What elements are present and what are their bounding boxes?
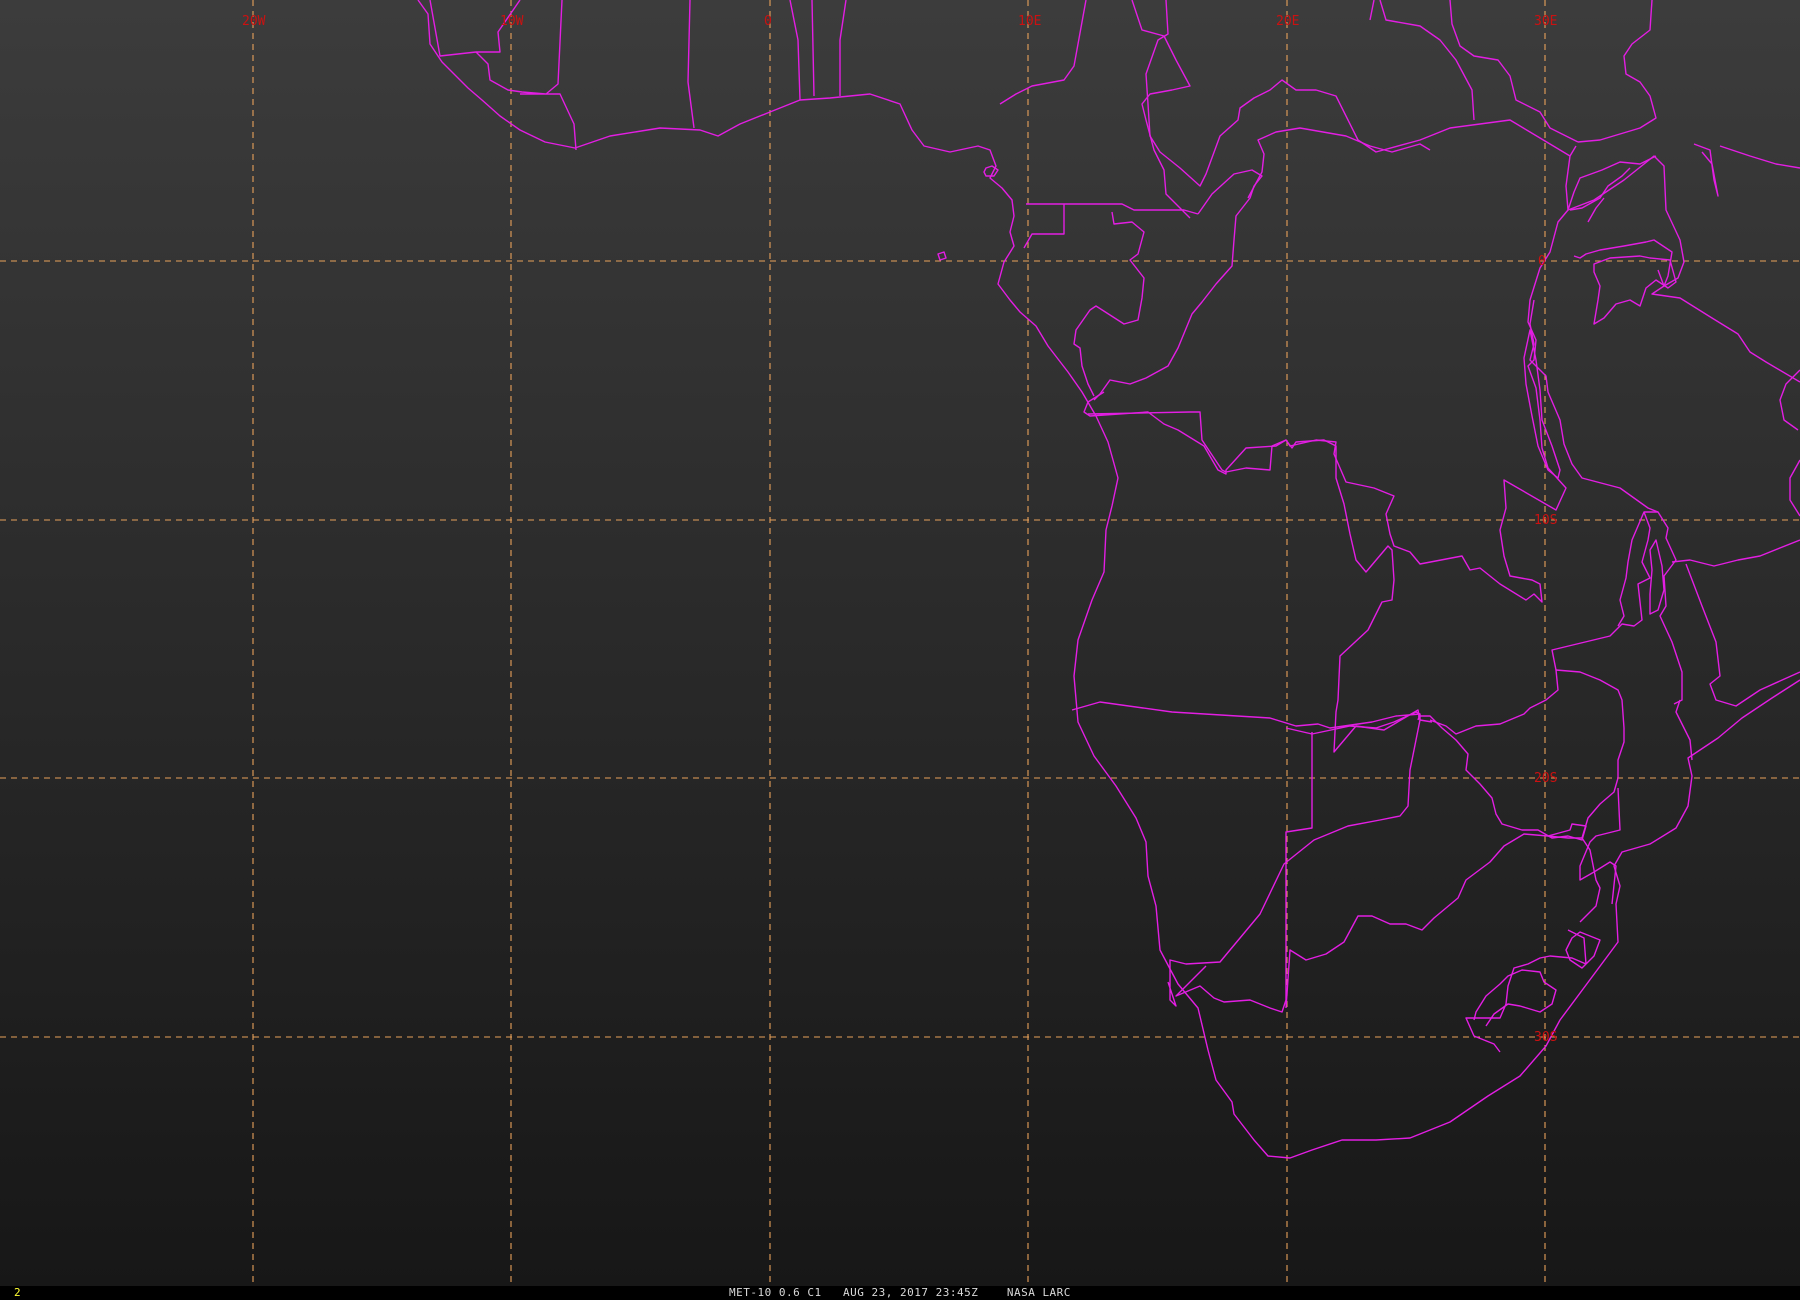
lat-label-10s: 10S xyxy=(1534,513,1557,528)
lon-label-20e: 20E xyxy=(1276,14,1299,29)
product-caption: MET-10 0.6 C1 AUG 23, 2017 23:45Z NASA L… xyxy=(729,1286,1071,1299)
lat-label-20s: 20S xyxy=(1534,771,1557,786)
map-background xyxy=(0,0,1800,1286)
lon-label-0: 0 xyxy=(764,14,772,29)
lon-label-30e: 30E xyxy=(1534,14,1557,29)
lon-label-10e: 10E xyxy=(1018,14,1041,29)
frame-number: 2 xyxy=(14,1286,22,1299)
lon-label-10w: 10W xyxy=(500,14,524,29)
lon-label-20w: 20W xyxy=(242,14,266,29)
status-bar: MET-10 0.6 C1 AUG 23, 2017 23:45Z NASA L… xyxy=(0,1286,1800,1300)
lat-label-30s: 30S xyxy=(1534,1030,1557,1045)
satellite-map: 20W 10W 0 10E 20E 30E 0 10S 20S 30S xyxy=(0,0,1800,1286)
lat-label-0: 0 xyxy=(1538,254,1546,269)
